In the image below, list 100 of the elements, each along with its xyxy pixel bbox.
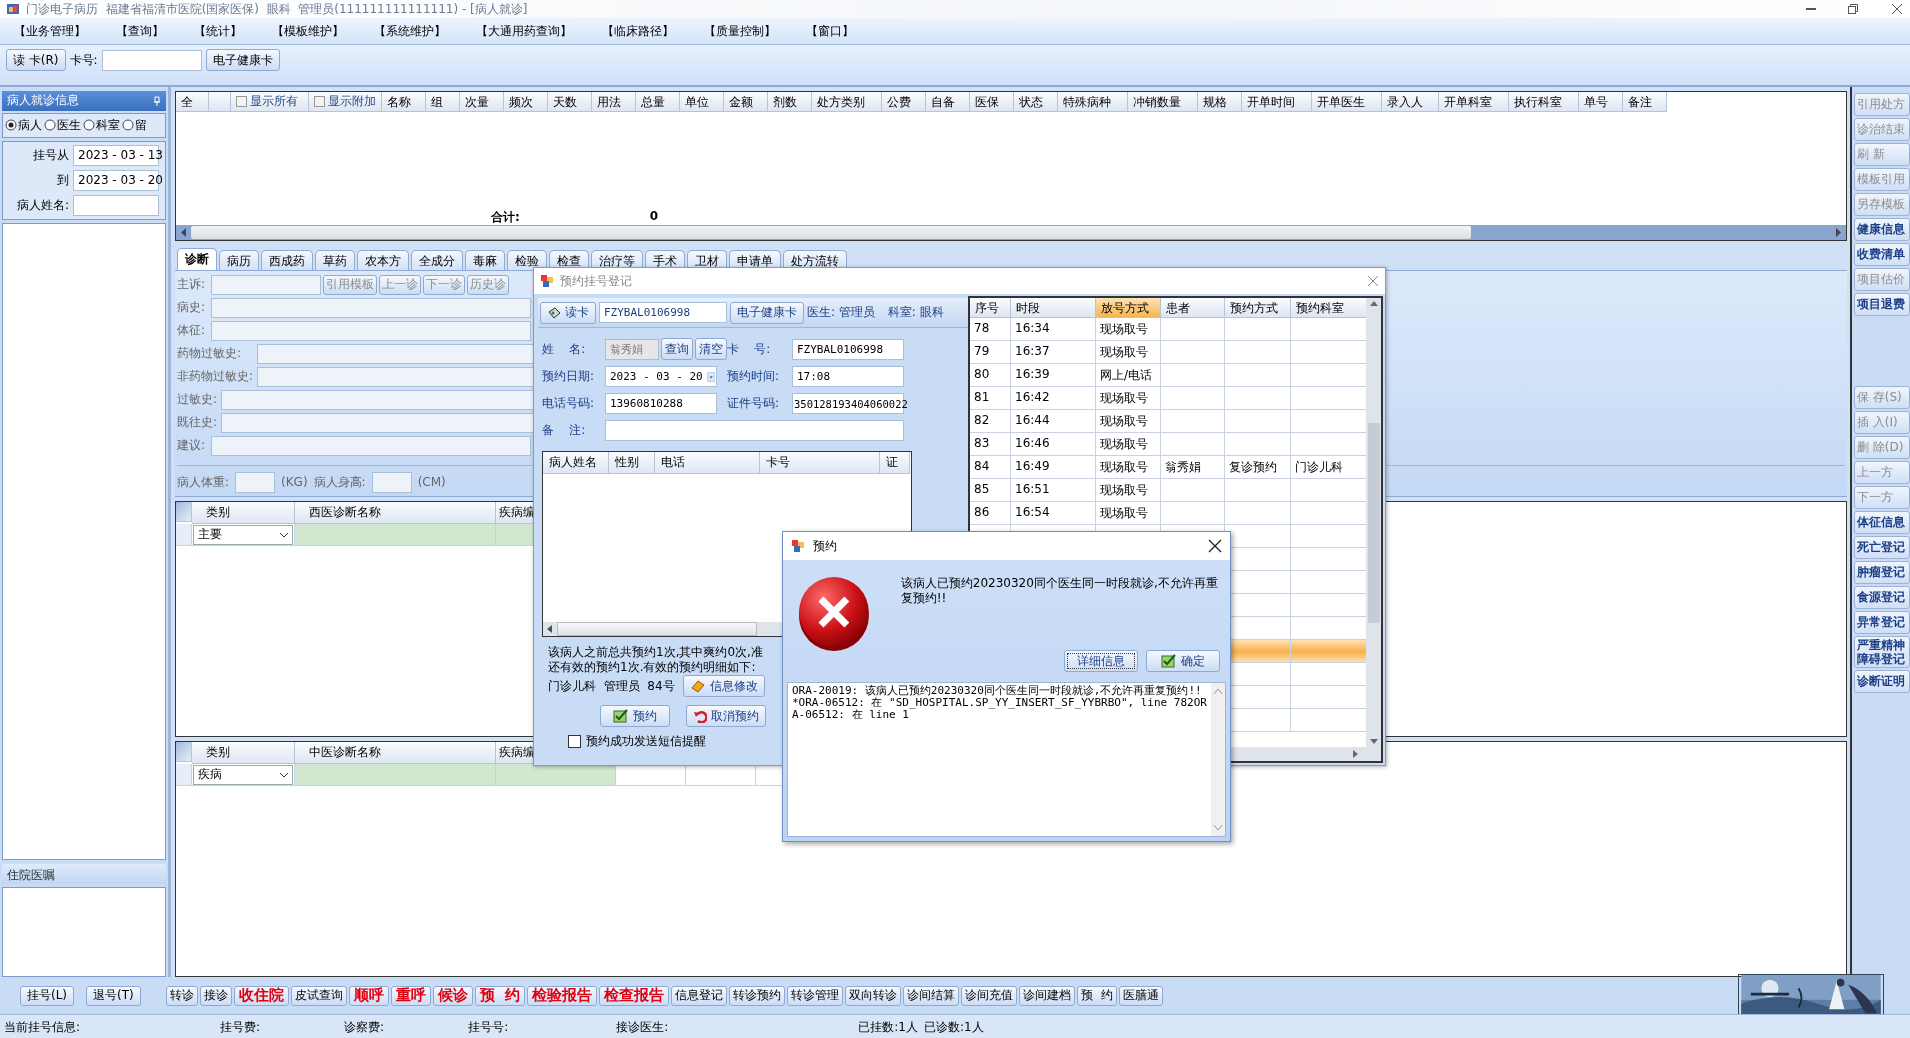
category-dropdown[interactable]: 疾病 bbox=[193, 764, 293, 785]
action-button[interactable]: 预 约 bbox=[475, 985, 526, 1006]
weight-label: 病人体重: bbox=[177, 473, 230, 491]
tab[interactable]: 诊断 bbox=[177, 247, 217, 270]
tab[interactable]: 检验 bbox=[507, 249, 547, 270]
menu-item[interactable]: 【系统维护】 bbox=[374, 23, 446, 40]
register-button[interactable]: 退号(T) bbox=[86, 985, 141, 1006]
height-label: 病人身高: bbox=[313, 473, 366, 491]
tab[interactable]: 手术 bbox=[645, 249, 685, 270]
tab[interactable]: 病历 bbox=[219, 249, 259, 270]
read-card-button[interactable]: 读 卡(R) bbox=[6, 49, 66, 71]
action-button[interactable]: 皮试查询 bbox=[291, 985, 347, 1006]
action-button[interactable]: 信息登记 bbox=[671, 985, 728, 1006]
action-button[interactable]: 接诊 bbox=[200, 985, 232, 1006]
action-button[interactable]: 顺呼 bbox=[349, 985, 389, 1006]
radio-option[interactable]: 科室 bbox=[83, 116, 120, 134]
name-label: 病人姓名: bbox=[16, 196, 69, 214]
name-field[interactable]: 翁秀娟 bbox=[605, 338, 659, 360]
side-button[interactable]: 体征信息 bbox=[1854, 510, 1910, 534]
patient-name-field[interactable] bbox=[73, 194, 159, 216]
side-button[interactable]: 收费清单 bbox=[1854, 242, 1910, 266]
status-text: 已诊数:1人 bbox=[923, 1019, 984, 1036]
action-button[interactable]: 医膳通 bbox=[1119, 985, 1164, 1006]
status-text: 接诊医生: bbox=[616, 1019, 669, 1036]
action-button[interactable]: 转诊预约 bbox=[729, 985, 786, 1006]
caret-icon bbox=[279, 531, 289, 538]
text-field[interactable] bbox=[211, 320, 531, 341]
text-field[interactable] bbox=[211, 297, 531, 318]
register-button[interactable]: 挂号(L) bbox=[20, 985, 75, 1006]
action-button[interactable]: 诊间结算 bbox=[903, 985, 960, 1006]
column-header: 自备 bbox=[926, 91, 970, 112]
action-button[interactable]: 检查报告 bbox=[599, 985, 670, 1006]
table-cell: 现场取号 bbox=[1096, 433, 1161, 456]
menu-item[interactable]: 【临床路径】 bbox=[602, 23, 674, 40]
side-button[interactable]: 死亡登记 bbox=[1854, 535, 1910, 559]
clear-button[interactable]: 清空 bbox=[695, 338, 727, 360]
text-field[interactable] bbox=[211, 435, 531, 456]
menu-item[interactable]: 【质量控制】 bbox=[704, 23, 776, 40]
error-details: ORA-20019: 该病人已预约20230320同个医生同一时段就诊,不允许再重复预约!! *ORA-06512: 在 "SD_HOSPITAL.SP_YY_INSERT_SF_YYBRBO", line 782ORA-06512: 在 line 1 bbox=[791, 683, 1208, 723]
card-field[interactable]: FZYBAL0106998 bbox=[599, 302, 727, 323]
note-field[interactable] bbox=[605, 420, 904, 441]
side-button[interactable]: 项目退费 bbox=[1854, 292, 1910, 316]
tab[interactable]: 农本方 bbox=[357, 249, 409, 270]
side-button[interactable]: 健康信息 bbox=[1854, 217, 1910, 241]
height-field[interactable] bbox=[371, 471, 412, 493]
radio-option[interactable]: 医生 bbox=[44, 116, 81, 134]
radio-option[interactable]: 病人 bbox=[5, 116, 42, 134]
details-button[interactable]: 详细信息 bbox=[1064, 650, 1138, 672]
date-field[interactable]: 2023 - 03 - 20 bbox=[605, 366, 717, 387]
category-dropdown[interactable]: 主要 bbox=[193, 524, 293, 545]
tab[interactable]: 处方流转 bbox=[783, 249, 847, 270]
action-button[interactable]: 转诊管理 bbox=[787, 985, 844, 1006]
health-card-button[interactable]: 电子健康卡 bbox=[205, 49, 280, 71]
tab[interactable]: 治疗等 bbox=[591, 249, 643, 270]
action-button[interactable]: 转诊 bbox=[166, 985, 198, 1006]
read-card-button[interactable]: 读卡 bbox=[540, 301, 596, 324]
menu-item[interactable]: 【大通用药查询】 bbox=[476, 23, 572, 40]
menu-item[interactable]: 【统计】 bbox=[194, 23, 242, 40]
menu-item[interactable]: 【查询】 bbox=[116, 23, 164, 40]
card-number-field[interactable]: FZYBAL0106998 bbox=[792, 338, 904, 360]
action-button[interactable]: 候诊 bbox=[433, 985, 473, 1006]
side-button[interactable]: 异常登记 bbox=[1854, 610, 1910, 634]
book-button[interactable]: 预约 bbox=[600, 705, 670, 727]
text-field[interactable] bbox=[211, 274, 321, 295]
column-header: 名称 bbox=[382, 91, 426, 112]
side-button[interactable]: 食源登记 bbox=[1854, 585, 1910, 609]
column-header: 剂数 bbox=[768, 91, 812, 112]
edit-info-button[interactable]: 信息修改 bbox=[682, 675, 765, 697]
side-button[interactable]: 严重精神障碍登记 bbox=[1854, 635, 1910, 668]
menu-item[interactable]: 【模板维护】 bbox=[272, 23, 344, 40]
action-button[interactable]: 诊间建档 bbox=[1019, 985, 1076, 1006]
action-button[interactable]: 双向转诊 bbox=[845, 985, 902, 1006]
tab[interactable]: 全成分 bbox=[411, 249, 463, 270]
column-header: 金额 bbox=[724, 91, 768, 112]
tab[interactable]: 毒麻 bbox=[465, 249, 505, 270]
query-button[interactable]: 查询 bbox=[661, 338, 693, 360]
time-field[interactable]: 17:08 bbox=[792, 366, 904, 387]
column-header: 开单科室 bbox=[1439, 91, 1509, 112]
health-card-button[interactable]: 电子健康卡 bbox=[730, 301, 804, 324]
side-button[interactable]: 肿瘤登记 bbox=[1854, 560, 1910, 584]
tab[interactable]: 卫材 bbox=[687, 249, 727, 270]
tab[interactable]: 检查 bbox=[549, 249, 589, 270]
radio-option[interactable]: 留 bbox=[122, 116, 147, 134]
menu-item[interactable]: 【业务管理】 bbox=[14, 23, 86, 40]
action-button[interactable]: 重呼 bbox=[391, 985, 431, 1006]
cancel-booking-button[interactable]: 取消预约 bbox=[686, 705, 766, 727]
menu-item[interactable]: 【窗口】 bbox=[806, 23, 854, 40]
tab[interactable]: 西成药 bbox=[261, 249, 313, 270]
side-button[interactable]: 诊断证明 bbox=[1854, 669, 1910, 693]
action-button[interactable]: 预 约 bbox=[1077, 985, 1118, 1006]
tab[interactable]: 草药 bbox=[315, 249, 355, 270]
table-cell: 16:54 bbox=[1011, 502, 1096, 525]
tab[interactable]: 申请单 bbox=[729, 249, 781, 270]
action-button[interactable]: 诊间充值 bbox=[961, 985, 1018, 1006]
phone-field[interactable]: 13960810288 bbox=[605, 393, 717, 414]
weight-field[interactable] bbox=[235, 471, 276, 493]
ok-button[interactable]: 确定 bbox=[1146, 650, 1220, 672]
action-button[interactable]: 检验报告 bbox=[527, 985, 598, 1006]
action-button[interactable]: 收住院 bbox=[234, 985, 289, 1006]
card-number-field[interactable] bbox=[101, 49, 202, 71]
